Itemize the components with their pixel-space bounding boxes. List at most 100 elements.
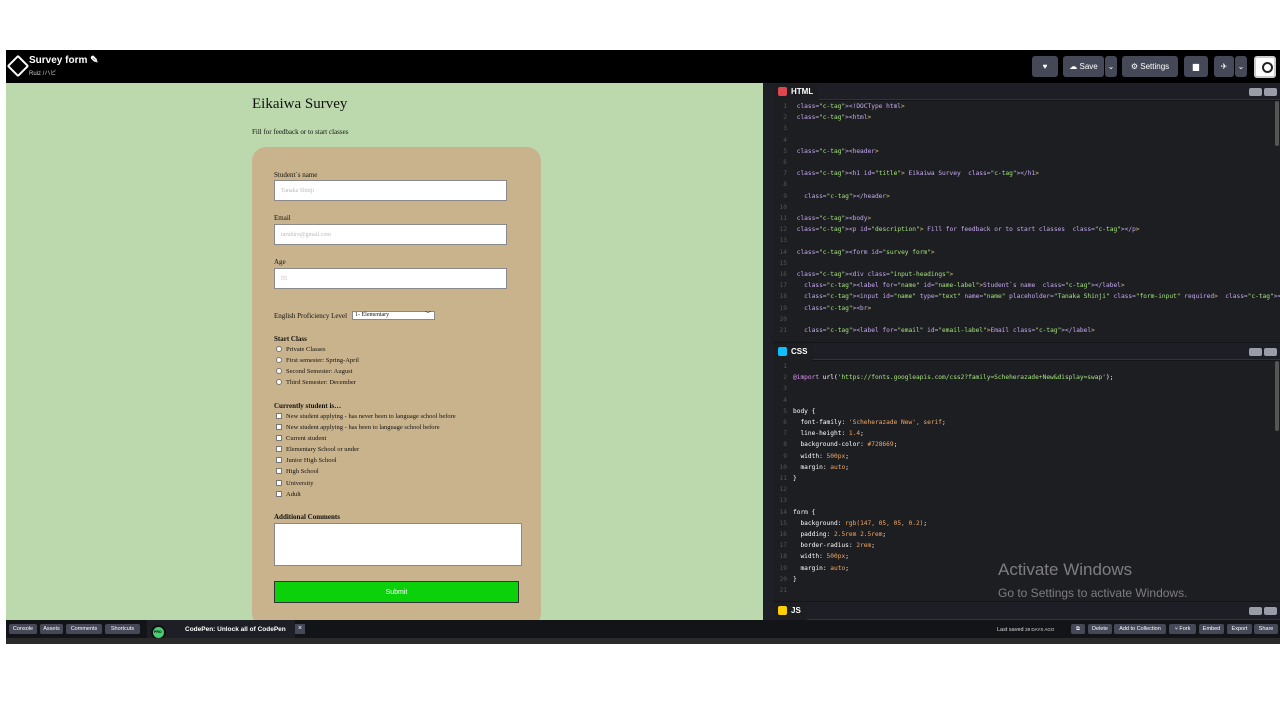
assets-button[interactable]: Assets [40, 624, 63, 634]
heart-button[interactable]: ♥ [1032, 56, 1058, 77]
radio-second-semester[interactable] [276, 368, 282, 374]
code-line[interactable]: 1 [773, 361, 1280, 372]
export-button[interactable]: Export [1227, 624, 1252, 634]
save-options-button[interactable]: ⌄ [1105, 56, 1117, 77]
checkbox[interactable] [276, 435, 282, 441]
checkbox[interactable] [276, 491, 282, 497]
settings-button[interactable]: ⚙ Settings [1122, 56, 1178, 77]
layout-button[interactable]: ▆ [1184, 56, 1208, 77]
code-line[interactable]: 19 class="c-tag"><br> [773, 303, 1280, 314]
comments-textarea[interactable] [274, 523, 522, 566]
pencil-icon[interactable]: ✎ [90, 55, 98, 66]
shortcuts-button[interactable]: Shortcuts [105, 624, 140, 634]
chevron-down-icon[interactable] [1264, 607, 1277, 615]
radio-third-semester[interactable] [276, 379, 282, 385]
code-line[interactable]: 18 class="c-tag"><input id="name" type="… [773, 291, 1280, 302]
email-input[interactable]: taruhiro@gmail.com [274, 224, 507, 245]
html-code[interactable]: 1 class="c-tag"><!DOCType html> 2 class="… [773, 101, 1280, 336]
chevron-down-icon[interactable] [1264, 348, 1277, 356]
pin-button[interactable]: ✈ [1214, 56, 1234, 77]
checkbox[interactable] [276, 424, 282, 430]
code-line[interactable]: 13 [773, 235, 1280, 246]
gear-icon[interactable] [1249, 88, 1262, 96]
tab-css[interactable]: CSS [773, 343, 814, 361]
code-line[interactable]: 10 margin: auto; [773, 462, 1280, 473]
radio-first-semester[interactable] [276, 357, 282, 363]
code-line[interactable]: 7 class="c-tag"><h1 id="title"> Eikaiwa … [773, 168, 1280, 179]
console-button[interactable]: Console [9, 624, 37, 634]
code-line[interactable]: 4 [773, 395, 1280, 406]
code-line[interactable]: 8 background-color: #728669; [773, 439, 1280, 450]
tab-js[interactable]: JS [773, 602, 807, 620]
line-code: width: 500px; [800, 452, 849, 460]
code-line[interactable]: 11} [773, 473, 1280, 484]
code-line[interactable]: 20 [773, 314, 1280, 325]
submit-button[interactable]: Submit [274, 581, 519, 603]
code-line[interactable]: 4 [773, 135, 1280, 146]
code-line[interactable]: 21 class="c-tag"><label for="email" id="… [773, 325, 1280, 336]
code-line[interactable]: 6 font-family: 'Scheherazade New', serif… [773, 417, 1280, 428]
save-button[interactable]: ☁ Save [1063, 56, 1104, 77]
code-line[interactable]: 12 class="c-tag"><p id="description"> Fi… [773, 224, 1280, 235]
age-input[interactable]: 55 [274, 268, 507, 289]
code-line[interactable]: 3 [773, 383, 1280, 394]
chevron-down-icon[interactable] [1264, 88, 1277, 96]
embed-button[interactable]: Embed [1199, 624, 1224, 634]
line-code: @import url('https://fonts.googleapis.co… [793, 374, 1114, 382]
code-line[interactable]: 13 [773, 495, 1280, 506]
pen-title[interactable]: Survey form ✎ [29, 55, 99, 66]
comments-label: Additional Comments [274, 513, 340, 521]
add-to-collection-button[interactable]: Add to Collection [1114, 624, 1166, 634]
code-line[interactable]: 10 [773, 202, 1280, 213]
checkbox[interactable] [276, 457, 282, 463]
radio-private[interactable] [276, 346, 282, 352]
fork-button[interactable]: ⑂ Fork [1169, 624, 1196, 634]
code-line[interactable]: 15 background: rgb(147, 05, 05, 0.2); [773, 518, 1280, 529]
code-line[interactable]: 16 class="c-tag"><div class="input-headi… [773, 269, 1280, 280]
tab-html[interactable]: HTML [773, 83, 820, 101]
scrollbar[interactable] [1275, 361, 1279, 431]
gear-icon: ⚙ [1130, 62, 1139, 71]
code-line[interactable]: 12 [773, 484, 1280, 495]
pen-author[interactable]: Ruiz /ハビ [29, 68, 56, 77]
html-editor[interactable]: 1 class="c-tag"><!DOCType html> 2 class="… [773, 101, 1280, 342]
name-input[interactable]: Tanaka Shinji [274, 180, 507, 201]
code-line[interactable]: 17 class="c-tag"><label for="name" id="n… [773, 280, 1280, 291]
checkbox[interactable] [276, 480, 282, 486]
line-number: 3 [783, 125, 787, 133]
code-line[interactable]: 7 line-height: 1.4; [773, 428, 1280, 439]
preview-pane: Eikaiwa Survey Fill for feedback or to s… [6, 83, 763, 620]
code-line[interactable]: 9 class="c-tag"></header> [773, 191, 1280, 202]
checkbox[interactable] [276, 446, 282, 452]
code-line[interactable]: 5 class="c-tag"><header> [773, 146, 1280, 157]
close-promo-button[interactable]: × [295, 624, 305, 634]
code-line[interactable]: 2 @import url('https://fonts.googleapis.c… [773, 372, 1280, 383]
delete-button[interactable]: Delete [1088, 624, 1112, 634]
pin-options-button[interactable]: ⌄ [1235, 56, 1247, 77]
proficiency-select[interactable]: 1- Elementary ﹀ [352, 311, 435, 320]
share-button[interactable]: Share [1254, 624, 1278, 634]
code-line[interactable]: 16 padding: 2.5rem 2.5rem; [773, 529, 1280, 540]
comments-button[interactable]: Comments [66, 624, 102, 634]
checkbox[interactable] [276, 413, 282, 419]
gear-icon[interactable] [1249, 607, 1262, 615]
code-line[interactable]: 15 [773, 258, 1280, 269]
code-line[interactable]: 17 border-radius: 2rem; [773, 540, 1280, 551]
code-line[interactable]: 11 class="c-tag"><body> [773, 213, 1280, 224]
gear-icon[interactable] [1249, 348, 1262, 356]
scrollbar[interactable] [1275, 101, 1279, 146]
code-line[interactable]: 14 class="c-tag"><form id="survey form"> [773, 247, 1280, 258]
avatar[interactable] [1254, 56, 1276, 78]
code-line[interactable]: 2 class="c-tag"><html> [773, 112, 1280, 123]
code-line[interactable]: 5 body { [773, 406, 1280, 417]
code-line[interactable]: 6 [773, 157, 1280, 168]
code-line[interactable]: 3 [773, 123, 1280, 134]
code-line[interactable]: 14 form { [773, 507, 1280, 518]
code-line[interactable]: 1 class="c-tag"><!DOCType html> [773, 101, 1280, 112]
embed-view-button[interactable]: ⧉ [1071, 624, 1085, 634]
pane-resizer[interactable] [763, 83, 773, 620]
code-line[interactable]: 9 width: 500px; [773, 451, 1280, 462]
codepen-logo-icon[interactable] [6, 54, 30, 78]
checkbox[interactable] [276, 468, 282, 474]
code-line[interactable]: 8 [773, 179, 1280, 190]
